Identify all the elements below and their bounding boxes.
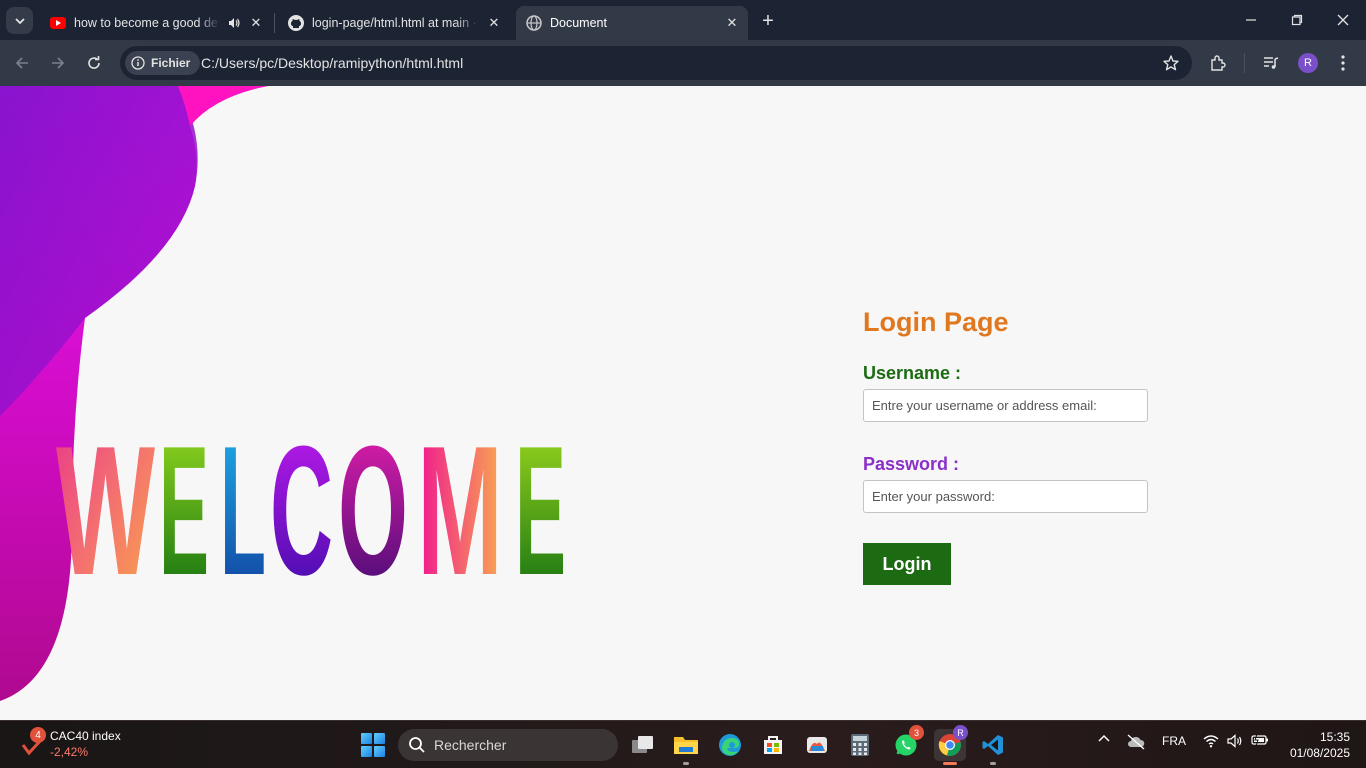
cloud-offline-icon[interactable]	[1124, 734, 1148, 750]
username-input[interactable]	[863, 389, 1148, 422]
speaker-icon[interactable]	[226, 15, 242, 31]
bookmark-star-icon[interactable]	[1162, 54, 1180, 72]
welcome-letter: W	[56, 428, 155, 578]
widget-name: CAC40 index	[50, 729, 121, 743]
password-label: Password :	[863, 454, 960, 474]
login-title: Login Page	[863, 307, 1009, 337]
tab-strip: how to become a good dev ✕ login-page/ht…	[0, 0, 1366, 40]
tab-title: Document	[550, 16, 607, 30]
battery-icon[interactable]	[1248, 734, 1272, 746]
widget-badge: 4	[30, 727, 46, 743]
microsoft-store-icon[interactable]	[757, 729, 789, 761]
chrome-icon[interactable]: R	[934, 725, 968, 765]
media-controls-icon[interactable]	[1260, 52, 1282, 74]
widget-value: -2,42%	[50, 745, 89, 759]
chrome-profile-badge: R	[953, 725, 968, 740]
stock-widget[interactable]: 4 CAC40 index -2,42%	[16, 727, 146, 763]
running-indicator	[990, 762, 996, 765]
tab-search-button[interactable]	[6, 7, 33, 34]
tab-youtube[interactable]: how to become a good dev ✕	[40, 6, 272, 40]
system-clock[interactable]: 15:35 01/08/2025	[1280, 729, 1350, 761]
file-explorer-icon[interactable]	[670, 729, 702, 765]
youtube-icon	[50, 15, 66, 31]
github-icon	[288, 15, 304, 31]
taskbar: 4 CAC40 index -2,42% Rechercher 3 R FRA …	[0, 720, 1366, 768]
password-input[interactable]	[863, 480, 1148, 513]
welcome-letter: E	[159, 428, 209, 578]
wifi-icon[interactable]	[1200, 734, 1222, 748]
close-tab-icon[interactable]: ✕	[248, 15, 264, 31]
url-text[interactable]: C:/Users/pc/Desktop/ramipython/html.html	[201, 55, 463, 71]
username-label: Username :	[863, 363, 962, 383]
tab-document[interactable]: Document ✕	[516, 6, 748, 40]
restore-icon[interactable]	[1274, 6, 1320, 34]
minimize-icon[interactable]	[1228, 6, 1274, 34]
address-bar[interactable]: Fichier C:/Users/pc/Desktop/ramipython/h…	[120, 46, 1192, 80]
kebab-menu-icon[interactable]	[1332, 52, 1354, 74]
globe-icon	[526, 15, 542, 31]
reload-icon[interactable]	[80, 49, 108, 77]
volume-icon[interactable]	[1224, 734, 1246, 748]
site-info-chip[interactable]: Fichier	[125, 51, 201, 75]
taskbar-search[interactable]: Rechercher	[398, 729, 618, 761]
close-tab-icon[interactable]: ✕	[486, 15, 502, 31]
tab-title: login-page/html.html at main ·	[312, 16, 477, 30]
close-tab-icon[interactable]: ✕	[724, 15, 740, 31]
chevron-up-icon[interactable]	[1094, 734, 1114, 742]
profile-avatar[interactable]: R	[1298, 53, 1318, 73]
tab-github[interactable]: login-page/html.html at main · ✕	[278, 6, 510, 40]
tab-title: how to become a good dev	[74, 16, 220, 30]
running-indicator	[943, 762, 957, 765]
running-indicator	[683, 762, 689, 765]
search-placeholder: Rechercher	[434, 737, 507, 753]
task-view-icon[interactable]	[627, 729, 659, 761]
language-indicator[interactable]: FRA	[1160, 734, 1188, 748]
welcome-letter: L	[220, 428, 266, 578]
forward-icon[interactable]	[44, 49, 72, 77]
login-button[interactable]: Login	[863, 543, 951, 585]
calculator-icon[interactable]	[844, 729, 876, 761]
whatsapp-icon[interactable]: 3	[890, 725, 924, 761]
extensions-icon[interactable]	[1207, 52, 1229, 74]
clock-time: 15:35	[1319, 730, 1350, 744]
edge-icon[interactable]	[714, 729, 746, 761]
tab-separator	[274, 13, 275, 33]
back-icon[interactable]	[8, 49, 36, 77]
page-viewport: W E L C O M E Login Page Username : Pass…	[0, 86, 1366, 720]
welcome-letter: E	[515, 428, 566, 578]
vscode-icon[interactable]	[977, 729, 1009, 765]
new-tab-icon[interactable]: +	[756, 9, 780, 33]
decorative-blob	[0, 86, 268, 701]
close-window-icon[interactable]	[1320, 6, 1366, 34]
clock-date: 01/08/2025	[1289, 746, 1350, 760]
welcome-letter: O	[338, 428, 408, 578]
windows-start-icon[interactable]	[360, 732, 386, 758]
info-icon	[131, 56, 145, 70]
photos-icon[interactable]	[801, 729, 833, 761]
welcome-letter: M	[417, 428, 503, 578]
notification-badge: 3	[909, 725, 924, 740]
browser-toolbar: Fichier C:/Users/pc/Desktop/ramipython/h…	[0, 40, 1366, 86]
welcome-letter: C	[270, 428, 333, 578]
site-info-label: Fichier	[151, 56, 191, 70]
welcome-heading: W E L C O M E	[56, 428, 566, 578]
chevron-down-icon	[14, 17, 25, 24]
toolbar-separator	[1244, 53, 1245, 73]
search-icon	[409, 737, 425, 753]
